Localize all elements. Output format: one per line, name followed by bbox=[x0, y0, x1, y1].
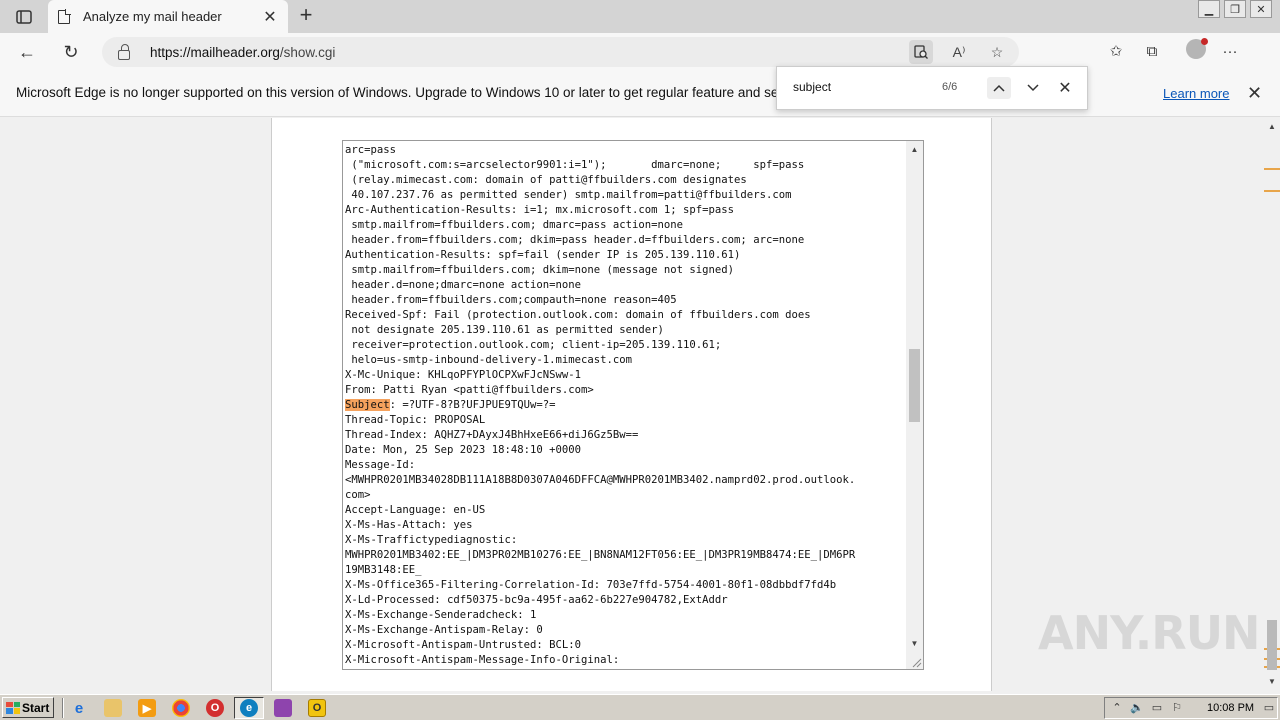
new-tab-button[interactable]: + bbox=[295, 4, 317, 28]
start-button[interactable]: Start bbox=[2, 697, 54, 718]
clock[interactable]: 10:08 PM bbox=[1207, 702, 1254, 714]
address-toolbar: ← ↻ https://mailheader.org/show.cgi A⁾ ☆… bbox=[0, 33, 1280, 71]
url-path: /show.cgi bbox=[279, 44, 336, 60]
system-tray: ⌃ 🔈 ▭ ⚐ 10:08 PM ▭ bbox=[1104, 697, 1278, 719]
resize-grip-icon[interactable] bbox=[910, 656, 922, 668]
find-next-icon[interactable] bbox=[1021, 77, 1045, 99]
browser-tools: ✩ ⧉ ··· bbox=[1104, 38, 1242, 63]
read-aloud-icon[interactable]: A⁾ bbox=[947, 40, 971, 64]
app-icon[interactable]: O bbox=[308, 699, 326, 717]
network-icon[interactable]: ▭ bbox=[1149, 700, 1165, 716]
find-previous-icon[interactable] bbox=[987, 77, 1011, 99]
find-marker bbox=[1264, 168, 1280, 170]
page-scroll-down-icon[interactable]: ▼ bbox=[1264, 675, 1280, 689]
browser-tab[interactable]: Analyze my mail header ✕ bbox=[48, 0, 288, 33]
flag-icon[interactable]: ⚐ bbox=[1169, 700, 1185, 716]
watermark-logo: ANY.RUN bbox=[1038, 606, 1261, 660]
learn-more-link[interactable]: Learn more bbox=[1163, 86, 1229, 101]
windows-logo-icon bbox=[6, 701, 20, 714]
profile-avatar[interactable] bbox=[1186, 38, 1208, 59]
ie-icon[interactable]: e bbox=[70, 699, 88, 717]
media-player-icon[interactable]: ▶ bbox=[138, 699, 156, 717]
infobar-message: Microsoft Edge is no longer supported on… bbox=[16, 85, 786, 100]
url-text: https://mailheader.org/show.cgi bbox=[150, 45, 335, 60]
taskbar-separator bbox=[62, 698, 64, 718]
url-host: https://mailheader.org bbox=[150, 44, 280, 60]
favorites-icon[interactable]: ✩ bbox=[1104, 39, 1128, 63]
page-icon bbox=[58, 8, 71, 24]
header-text-after: : =?UTF-8?B?UFJPUE9TQUw=?= Thread-Topic:… bbox=[345, 399, 856, 666]
textarea-scroll-thumb[interactable] bbox=[909, 349, 920, 422]
chrome-icon[interactable] bbox=[172, 699, 190, 717]
scroll-down-icon[interactable]: ▼ bbox=[906, 637, 923, 651]
textarea-scrollbar[interactable]: ▲ ▼ bbox=[906, 141, 923, 669]
back-arrow-icon[interactable]: ← bbox=[16, 41, 38, 63]
minimize-button[interactable]: ▁ bbox=[1198, 0, 1220, 18]
folder-icon[interactable] bbox=[104, 699, 122, 717]
find-bar: subject 6/6 ✕ bbox=[776, 66, 1088, 110]
address-bar[interactable]: https://mailheader.org/show.cgi A⁾ ☆ bbox=[102, 37, 1019, 67]
close-window-button[interactable]: ✕ bbox=[1250, 0, 1272, 18]
restore-button[interactable]: ❐ bbox=[1224, 0, 1246, 18]
refresh-icon[interactable]: ↻ bbox=[60, 41, 82, 63]
find-marker bbox=[1264, 190, 1280, 192]
desktop-icon[interactable]: ▭ bbox=[1261, 700, 1277, 716]
address-bar-icons: A⁾ ☆ bbox=[909, 40, 1009, 64]
archive-icon[interactable] bbox=[274, 699, 292, 717]
page-scroll-up-icon[interactable]: ▲ bbox=[1264, 120, 1280, 134]
find-match-count: 6/6 bbox=[942, 81, 958, 93]
page-scroll-thumb[interactable] bbox=[1267, 620, 1277, 670]
mail-header-text: arc=pass ("microsoft.com:s=arcselector99… bbox=[345, 143, 905, 668]
infobar-close-icon[interactable]: ✕ bbox=[1247, 83, 1262, 104]
tab-strip: Analyze my mail header ✕ + ▁ ❐ ✕ bbox=[0, 0, 1280, 33]
window-controls: ▁ ❐ ✕ bbox=[1198, 0, 1272, 18]
page-body: arc=pass ("microsoft.com:s=arcselector99… bbox=[271, 118, 992, 691]
tab-actions-button[interactable] bbox=[10, 7, 38, 27]
start-label: Start bbox=[22, 700, 50, 715]
show-hidden-icons-icon[interactable]: ⌃ bbox=[1109, 700, 1125, 716]
tab-actions-icon bbox=[16, 10, 32, 24]
volume-icon[interactable]: 🔈 bbox=[1129, 700, 1145, 716]
opera-icon[interactable]: O bbox=[206, 699, 224, 717]
more-menu-icon[interactable]: ··· bbox=[1218, 39, 1242, 63]
page-scrollbar[interactable]: ▲ ▼ bbox=[1264, 118, 1280, 691]
lock-icon[interactable] bbox=[118, 43, 130, 60]
taskbar: Start e ▶ O e O ⌃ 🔈 ▭ ⚐ 10:08 PM ▭ bbox=[0, 694, 1280, 720]
unsupported-os-infobar: Microsoft Edge is no longer supported on… bbox=[0, 71, 1280, 117]
tab-title: Analyze my mail header bbox=[83, 9, 222, 24]
collections-icon[interactable]: ⧉ bbox=[1140, 39, 1164, 63]
tab-close-icon[interactable]: ✕ bbox=[262, 7, 278, 27]
scroll-up-icon[interactable]: ▲ bbox=[906, 143, 923, 157]
find-on-page-icon[interactable] bbox=[909, 40, 933, 64]
find-close-icon[interactable]: ✕ bbox=[1053, 77, 1077, 99]
mail-header-textarea[interactable]: arc=pass ("microsoft.com:s=arcselector99… bbox=[342, 140, 924, 670]
header-text-before: arc=pass ("microsoft.com:s=arcselector99… bbox=[345, 144, 811, 396]
search-highlight: Subject bbox=[345, 399, 390, 411]
find-input[interactable]: subject bbox=[793, 80, 831, 94]
edge-icon: e bbox=[240, 699, 258, 717]
add-favorite-icon[interactable]: ☆ bbox=[985, 40, 1009, 64]
